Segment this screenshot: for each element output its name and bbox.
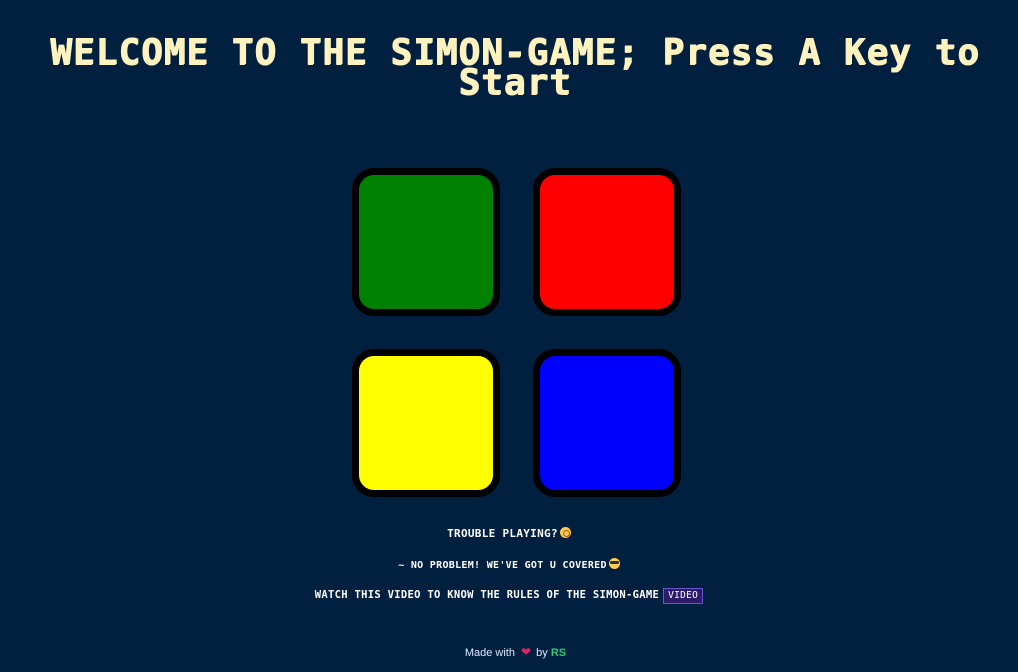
yellow-button[interactable]: [352, 349, 500, 497]
sunglasses-face-icon: [608, 558, 620, 569]
flushed-face-icon: [559, 527, 571, 538]
by-label: by: [536, 647, 548, 659]
level-title: WELCOME TO THE SIMON-GAME; Press A Key t…: [50, 32, 980, 103]
trouble-playing-text: TROUBLE PLAYING?: [0, 527, 1018, 540]
green-button[interactable]: [352, 168, 500, 316]
heart-icon: ❤: [521, 645, 532, 659]
footer: Made with ❤ by RS: [0, 645, 1018, 659]
watch-video-text: WATCH THIS VIDEO TO KNOW THE RULES OF TH…: [0, 588, 1018, 604]
blue-button[interactable]: [533, 349, 681, 497]
trouble-playing-label: TROUBLE PLAYING?: [447, 527, 558, 540]
video-button[interactable]: VIDEO: [663, 588, 704, 604]
game-board: [352, 168, 681, 497]
covered-label: ~ NO PROBLEM! WE'VE GOT U COVERED: [398, 560, 607, 571]
author-link[interactable]: RS: [551, 647, 566, 659]
covered-text: ~ NO PROBLEM! WE'VE GOT U COVERED: [0, 558, 1018, 571]
watch-video-label: WATCH THIS VIDEO TO KNOW THE RULES OF TH…: [314, 589, 660, 601]
made-with-label: Made with: [464, 647, 515, 659]
red-button[interactable]: [533, 168, 681, 316]
